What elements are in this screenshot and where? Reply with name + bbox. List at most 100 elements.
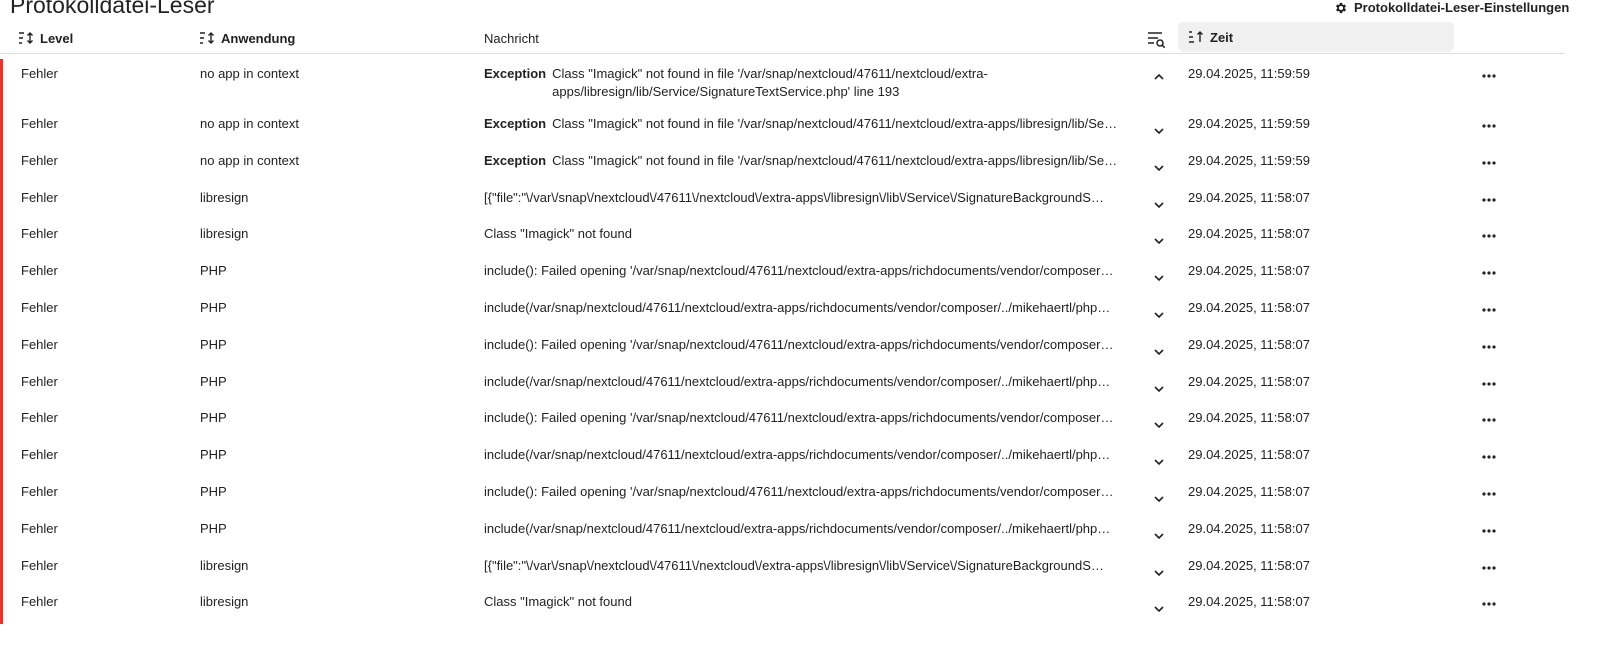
more-horizontal-icon[interactable] (1479, 195, 1499, 205)
time-cell: 29.04.2025, 11:58:07 (1188, 226, 1310, 242)
settings-label: Protokolldatei-Leser-Einstellungen (1354, 0, 1570, 15)
settings-button[interactable]: Protokolldatei-Leser-Einstellungen (1334, 0, 1569, 15)
chevron-down-icon[interactable] (1151, 198, 1167, 212)
gear-icon (1335, 2, 1347, 13)
table-row[interactable]: Fehler libresign [{"file":"\/var\/snap\/ne… (0, 550, 1565, 588)
time-cell: 29.04.2025, 11:58:07 (1188, 263, 1310, 279)
message-cell: Exception Class "Imagick" not found in fi… (484, 153, 1134, 168)
more-horizontal-icon[interactable] (1479, 489, 1499, 499)
column-level[interactable]: Level (18, 25, 73, 51)
time-cell: 29.04.2025, 11:58:07 (1188, 189, 1310, 205)
more-horizontal-icon[interactable] (1479, 305, 1499, 315)
table-row[interactable]: Fehler libresign Class "Imagick" not found… (0, 587, 1565, 625)
chevron-down-icon[interactable] (1151, 161, 1167, 175)
more-horizontal-icon[interactable] (1479, 379, 1499, 389)
sort-icon (19, 32, 33, 44)
chevron-down-icon[interactable] (1151, 566, 1167, 580)
message-cell: include(): Failed opening '/var/snap/nex… (484, 263, 1134, 278)
table-row[interactable]: Fehler PHP include(): Failed opening '/var… (0, 329, 1565, 367)
column-time[interactable]: Zeit (1178, 22, 1454, 52)
time-cell: 29.04.2025, 11:58:07 (1188, 484, 1310, 499)
message-text: include(/var/snap/nextcloud/47611/nextcl… (484, 300, 1111, 315)
table-row[interactable]: Fehler PHP include(): Failed opening '/var… (0, 477, 1565, 514)
table-row[interactable]: Fehler no app in context Exception Class "I… (0, 145, 1565, 183)
app-cell: PHP (200, 263, 227, 279)
more-horizontal-icon[interactable] (1479, 452, 1499, 462)
chevron-down-icon[interactable] (1151, 271, 1167, 285)
message-cell: Exception Class "Imagick" not found in fi… (484, 116, 1134, 131)
sort-icon (200, 32, 214, 44)
table-row[interactable]: Fehler PHP include(/var/snap/nextcloud/476… (0, 513, 1565, 551)
app-cell: PHP (200, 447, 227, 463)
message-cell: include(): Failed opening '/var/snap/nex… (484, 410, 1134, 425)
chevron-down-icon[interactable] (1151, 602, 1167, 616)
message-text: include(/var/snap/nextcloud/47611/nextcl… (484, 520, 1111, 536)
chevron-down-icon[interactable] (1151, 492, 1167, 506)
app-cell: PHP (200, 410, 227, 426)
table-row[interactable]: Fehler PHP include(/var/snap/nextcloud/476… (0, 293, 1565, 330)
chevron-down-icon[interactable] (1151, 234, 1167, 248)
app-cell: libresign (200, 594, 249, 610)
more-horizontal-icon[interactable] (1479, 231, 1499, 241)
time-cell: 29.04.2025, 11:58:07 (1188, 300, 1310, 315)
more-horizontal-icon[interactable] (1479, 563, 1499, 573)
more-horizontal-icon[interactable] (1479, 415, 1499, 425)
message-text: [{"file":"\/var\/snap\/nextcloud\/47611\… (484, 189, 1104, 205)
more-horizontal-icon[interactable] (1479, 158, 1499, 168)
chevron-up-icon[interactable] (1151, 70, 1167, 84)
exception-label: Exception (484, 116, 547, 131)
more-horizontal-icon[interactable] (1479, 526, 1499, 536)
message-text: Class "Imagick" not found (484, 226, 632, 242)
message-cell: include(): Failed opening '/var/snap/nex… (484, 484, 1134, 499)
table-row[interactable]: Fehler libresign [{"file":"\/var\/snap\/ne… (0, 182, 1565, 220)
more-horizontal-icon[interactable] (1479, 71, 1499, 81)
more-horizontal-icon[interactable] (1479, 268, 1499, 278)
more-horizontal-icon[interactable] (1479, 599, 1499, 609)
message-cell: Class "Imagick" not found (484, 594, 1134, 609)
time-cell: 29.04.2025, 11:59:59 (1188, 116, 1310, 131)
level-cell: Fehler (21, 189, 58, 205)
chevron-down-icon[interactable] (1151, 455, 1167, 469)
chevron-down-icon[interactable] (1151, 308, 1167, 322)
level-cell: Fehler (21, 116, 58, 131)
more-horizontal-icon[interactable] (1479, 121, 1499, 131)
time-cell: 29.04.2025, 11:58:07 (1188, 447, 1310, 463)
app-cell: PHP (200, 373, 227, 389)
time-cell: 29.04.2025, 11:58:07 (1188, 520, 1310, 536)
filter-button[interactable] (1144, 29, 1168, 49)
table-row[interactable]: Fehler PHP include(): Failed opening '/var… (0, 403, 1565, 441)
table-row[interactable]: Fehler no app in context Exception Class "I… (0, 109, 1565, 146)
app-cell: no app in context (200, 66, 300, 81)
app-cell: libresign (200, 189, 249, 205)
table-row[interactable]: Fehler no app in context Exception Class "I… (0, 59, 1565, 109)
exception-label: Exception (484, 152, 547, 168)
app-cell: PHP (200, 300, 227, 315)
chevron-down-icon[interactable] (1151, 382, 1167, 396)
message-cell: [{"file":"\/var\/snap\/nextcloud\/47611\… (484, 190, 1134, 205)
table-row[interactable]: Fehler PHP include(/var/snap/nextcloud/476… (0, 440, 1565, 477)
page-title: Protokolldatei-Leser (10, 0, 215, 18)
chevron-down-icon[interactable] (1151, 529, 1167, 543)
more-horizontal-icon[interactable] (1479, 342, 1499, 352)
time-cell: 29.04.2025, 11:59:59 (1188, 66, 1310, 81)
level-cell: Fehler (21, 336, 58, 352)
table-header: Level Anwendung Nachricht Zeit (0, 22, 1565, 54)
level-cell: Fehler (21, 226, 58, 242)
message-cell: [{"file":"\/var\/snap\/nextcloud\/47611\… (484, 558, 1134, 573)
time-cell: 29.04.2025, 11:58:07 (1188, 410, 1310, 426)
chevron-down-icon[interactable] (1151, 124, 1167, 138)
table-row[interactable]: Fehler libresign Class "Imagick" not found… (0, 219, 1565, 257)
message-text: Class "Imagick" not found in file '/var/… (552, 152, 1118, 168)
time-cell: 29.04.2025, 11:58:07 (1188, 594, 1310, 610)
level-cell: Fehler (21, 594, 58, 610)
table-row[interactable]: Fehler PHP include(/var/snap/nextcloud/476… (0, 366, 1565, 404)
column-app[interactable]: Anwendung (199, 25, 295, 51)
message-text: Class "Imagick" not found (484, 594, 632, 610)
message-text: include(): Failed opening '/var/snap/nex… (484, 336, 1114, 352)
chevron-down-icon[interactable] (1151, 418, 1167, 432)
app-cell: no app in context (200, 152, 300, 168)
table-row[interactable]: Fehler PHP include(): Failed opening '/var… (0, 256, 1565, 293)
chevron-down-icon[interactable] (1151, 345, 1167, 359)
level-cell: Fehler (21, 484, 58, 499)
app-cell: libresign (200, 557, 249, 573)
